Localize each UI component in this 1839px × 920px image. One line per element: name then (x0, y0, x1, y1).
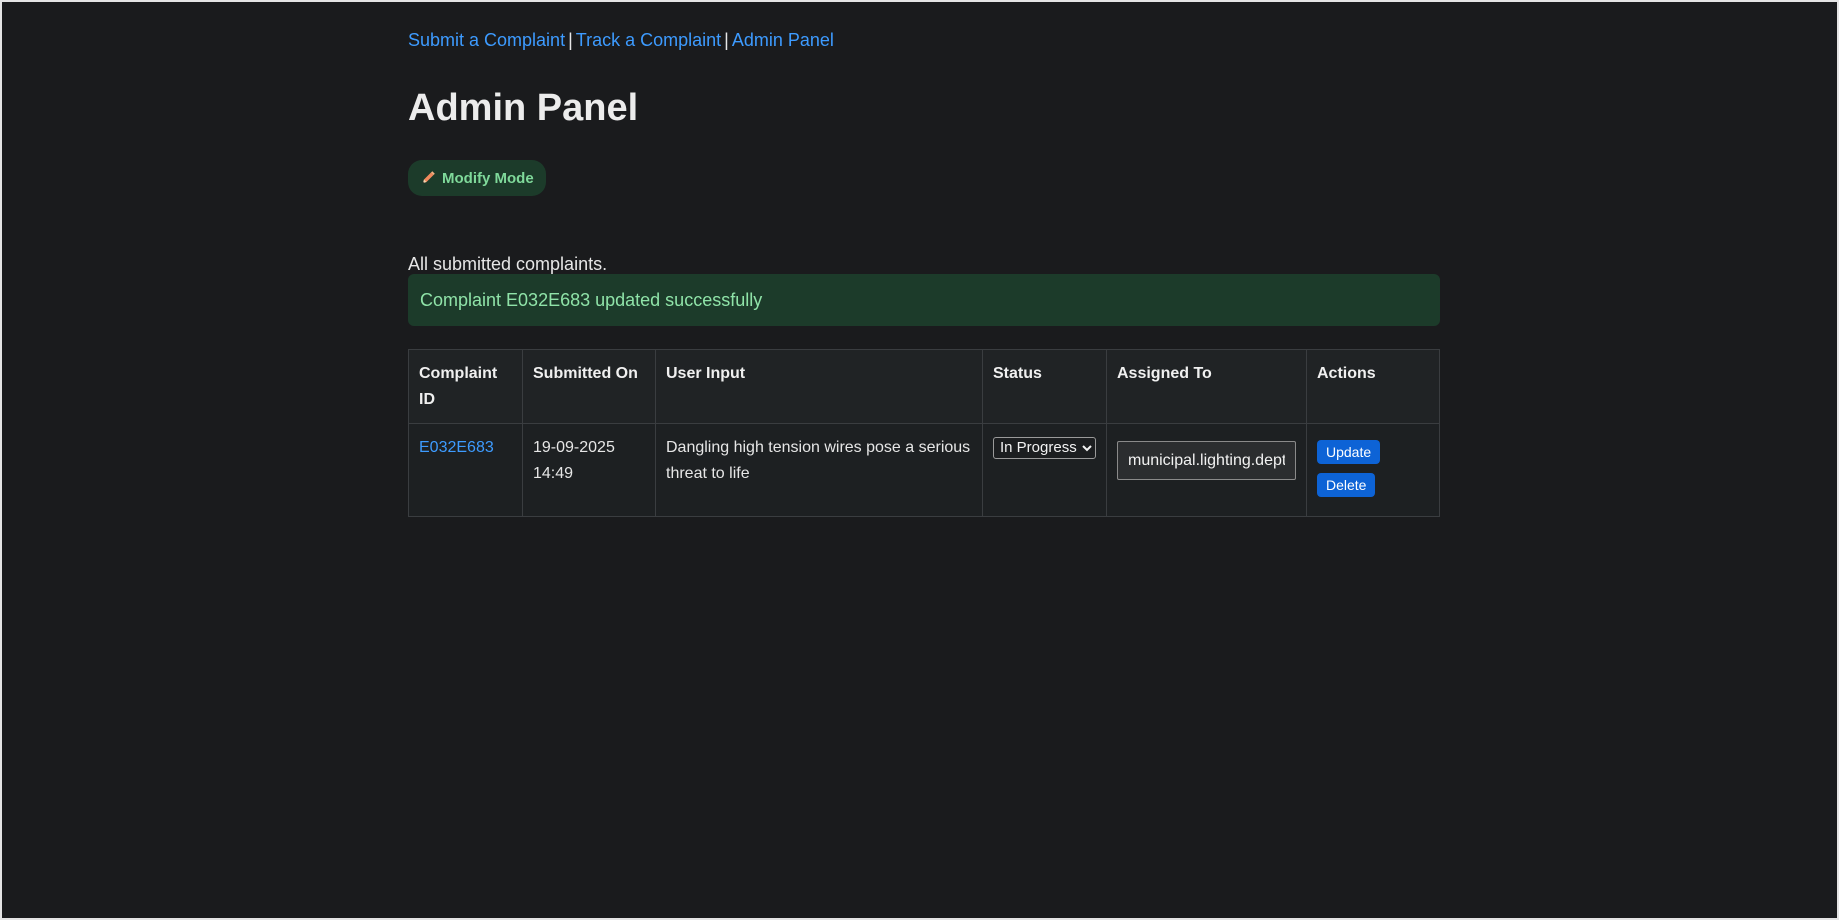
success-alert: Complaint E032E683 updated successfully (408, 274, 1440, 326)
submitted-on-cell: 19-09-2025 14:49 (522, 423, 656, 517)
page-frame: Submit a Complaint | Track a Complaint | Adm… (0, 0, 1839, 920)
update-button[interactable]: Update (1317, 440, 1381, 464)
pencil-icon (420, 170, 436, 186)
nav-link-submit-complaint[interactable]: Submit a Complaint (408, 30, 565, 50)
assigned-to-input[interactable] (1117, 441, 1296, 480)
top-nav: Submit a Complaint | Track a Complaint | Adm… (408, 28, 1440, 52)
column-header-complaint-id: Complaint ID (408, 349, 523, 424)
complaint-id-cell: E032E683 (408, 423, 523, 517)
page-description: All submitted complaints. (408, 254, 608, 274)
actions-cell: Update Delete (1306, 423, 1440, 517)
user-input-cell: Dangling high tension wires pose a serio… (655, 423, 983, 517)
delete-button[interactable]: Delete (1317, 473, 1376, 497)
page-title: Admin Panel (408, 87, 639, 129)
column-header-assigned-to: Assigned To (1106, 349, 1307, 424)
column-header-submitted-on: Submitted On (522, 349, 656, 424)
nav-link-admin-panel[interactable]: Admin Panel (732, 30, 834, 50)
column-header-user-input: User Input (655, 349, 983, 424)
status-select[interactable]: In Progress (993, 436, 1096, 459)
table-header-row: Complaint ID Submitted On User Input Sta… (408, 349, 1440, 424)
assigned-to-cell (1106, 423, 1307, 517)
nav-separator: | (568, 30, 573, 50)
table-row: E032E683 19-09-2025 14:49 Dangling high … (408, 423, 1440, 517)
success-alert-text: Complaint E032E683 updated successfully (420, 289, 763, 310)
complaint-id-link[interactable]: E032E683 (419, 439, 494, 456)
column-header-status: Status (982, 349, 1107, 424)
modify-mode-label: Modify Mode (442, 169, 534, 187)
nav-separator: | (724, 30, 729, 50)
nav-link-track-complaint[interactable]: Track a Complaint (576, 30, 721, 50)
complaints-table: Complaint ID Submitted On User Input Sta… (408, 349, 1440, 517)
main-content: Submit a Complaint | Track a Complaint | Adm… (408, 28, 1440, 517)
status-cell: In Progress (982, 423, 1107, 517)
column-header-actions: Actions (1306, 349, 1440, 424)
modify-mode-badge: Modify Mode (408, 160, 546, 196)
